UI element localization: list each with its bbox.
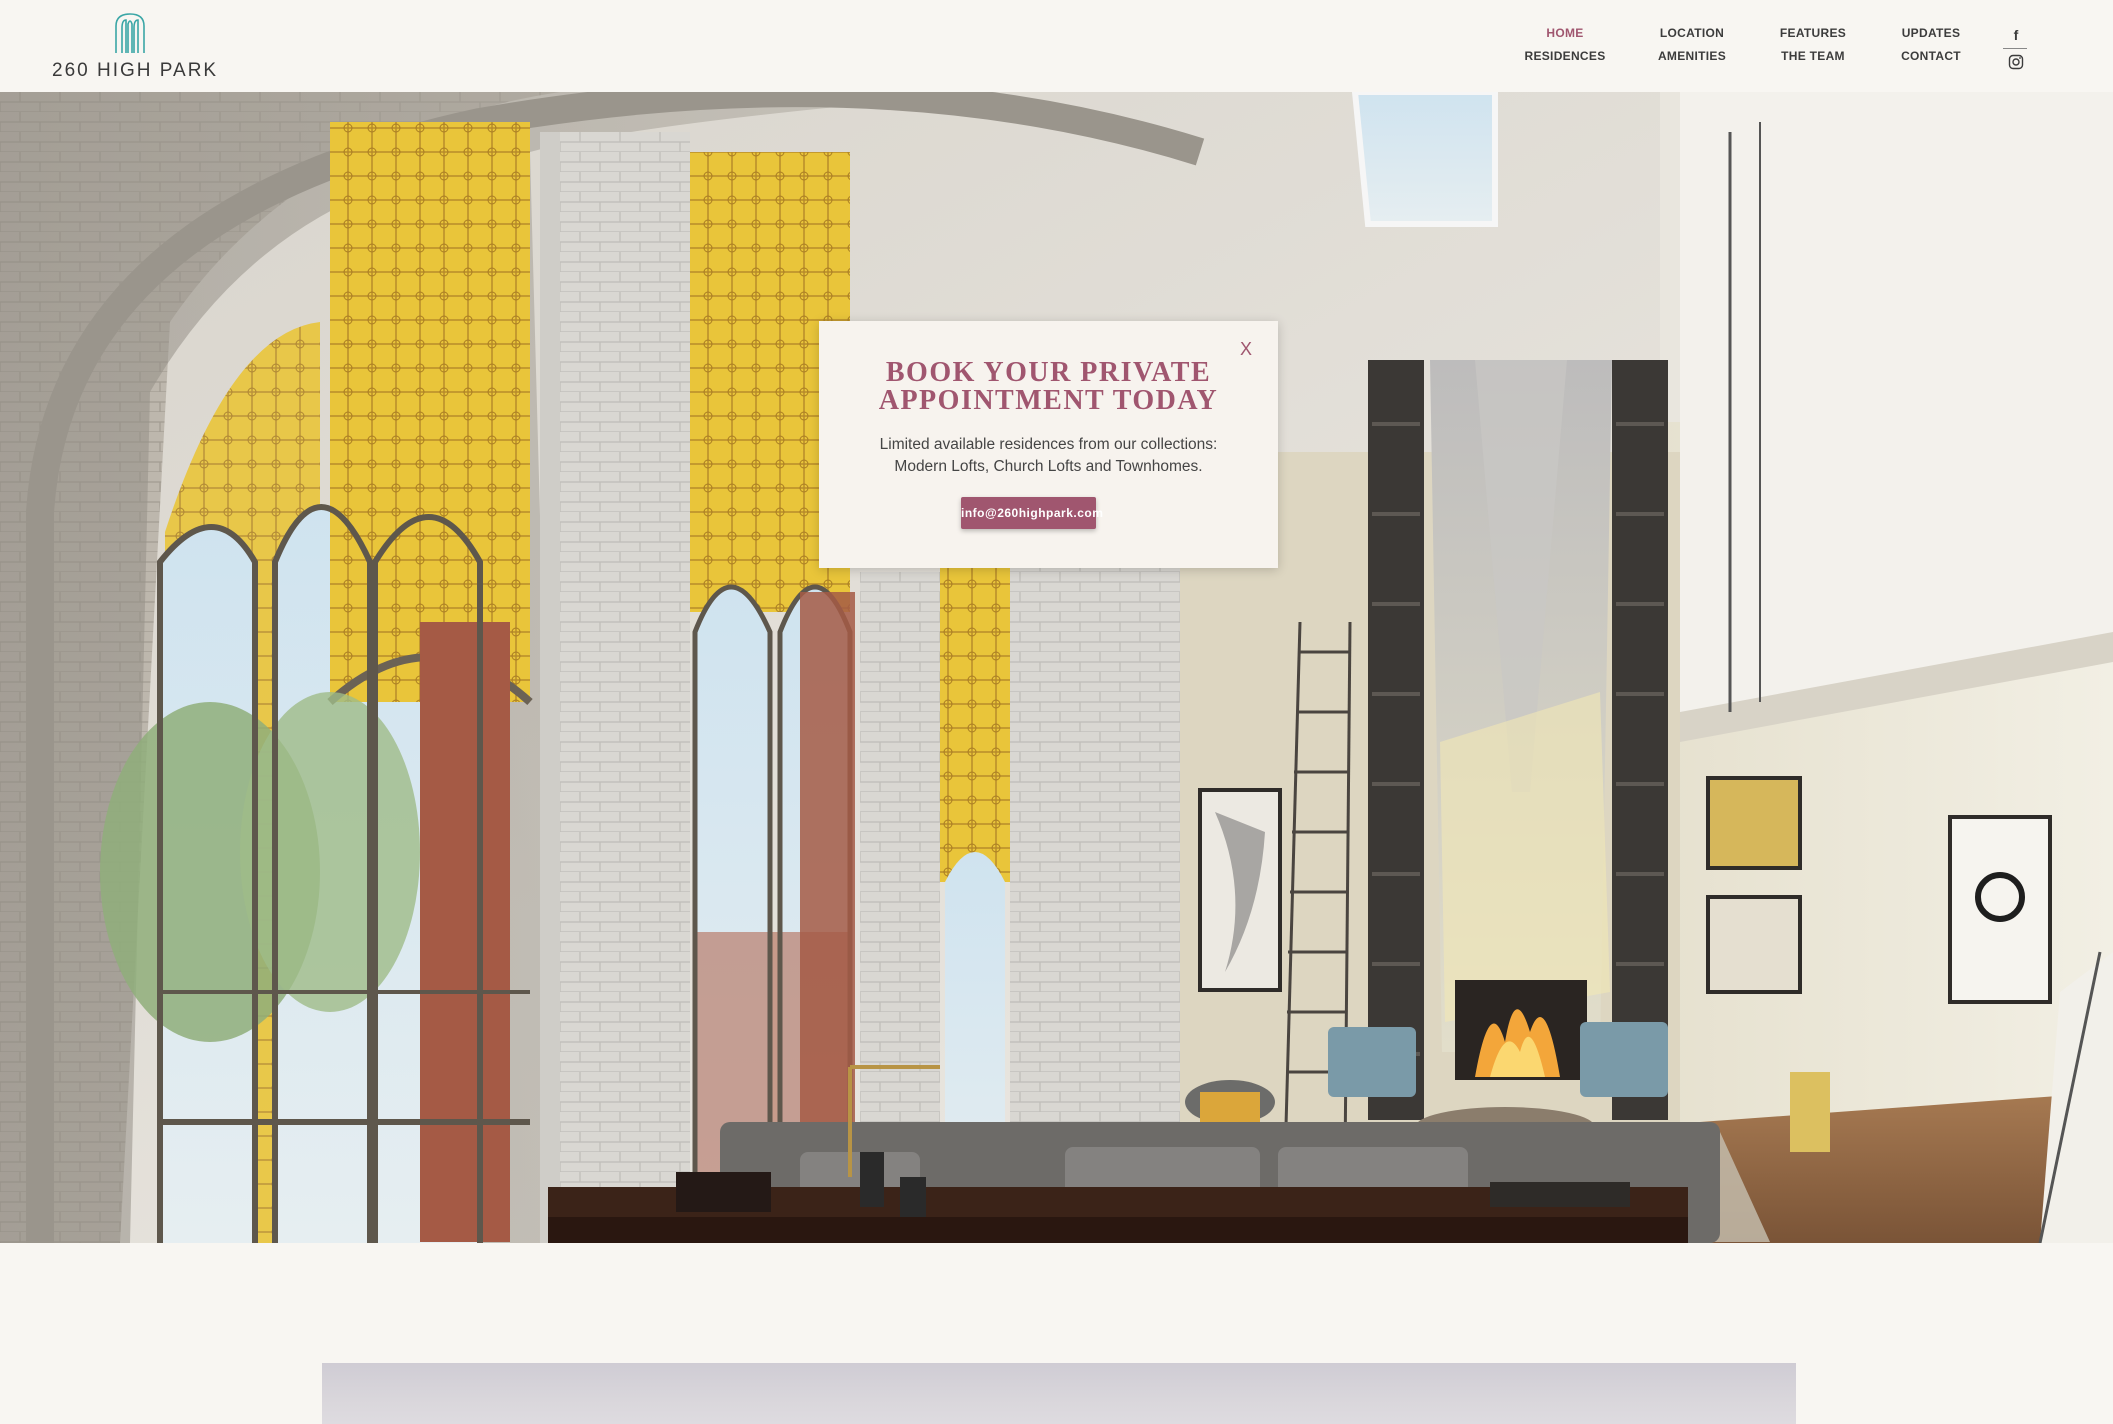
brand-name: 260 HIGH PARK	[52, 60, 219, 81]
facebook-icon[interactable]: f	[2008, 27, 2024, 45]
main-navigation: HOME LOCATION FEATURES UPDATES RESIDENCE…	[1495, 26, 1975, 70]
modal-title-line-2: APPOINTMENT TODAY	[878, 385, 1219, 416]
instagram-icon[interactable]	[2008, 54, 2024, 70]
nav-amenities[interactable]: AMENITIES	[1622, 49, 1762, 63]
close-icon[interactable]: X	[1236, 339, 1256, 359]
nav-contact[interactable]: CONTACT	[1861, 49, 2001, 63]
modal-title: BOOK YOUR PRIVATE APPOINTMENT TODAY	[839, 359, 1258, 415]
modal-title-line-1: BOOK YOUR PRIVATE	[885, 357, 1212, 388]
appointment-modal: X BOOK YOUR PRIVATE APPOINTMENT TODAY Li…	[819, 321, 1278, 568]
nav-updates[interactable]: UPDATES	[1861, 26, 2001, 40]
modal-description: Limited available residences from our co…	[839, 434, 1258, 478]
site-logo[interactable]: 260 HIGH PARK	[52, 12, 219, 84]
modal-description-line-1: Limited available residences from our co…	[879, 436, 1218, 453]
section-image-preview	[322, 1363, 1796, 1424]
hero-image	[0, 92, 2113, 1243]
nav-home[interactable]: HOME	[1495, 26, 1635, 40]
nav-residences[interactable]: RESIDENCES	[1495, 49, 1635, 63]
arched-building-logo-icon	[115, 13, 145, 53]
social-links: f	[1999, 27, 2033, 77]
email-cta-button[interactable]: info@260highpark.com	[961, 497, 1103, 529]
social-divider	[2003, 48, 2027, 49]
nav-location[interactable]: LOCATION	[1622, 26, 1762, 40]
modal-description-line-2: Modern Lofts, Church Lofts and Townhomes…	[894, 458, 1203, 475]
site-header: 260 HIGH PARK HOME LOCATION FEATURES UPD…	[0, 0, 2113, 92]
living-room-illustration	[0, 92, 2113, 1243]
